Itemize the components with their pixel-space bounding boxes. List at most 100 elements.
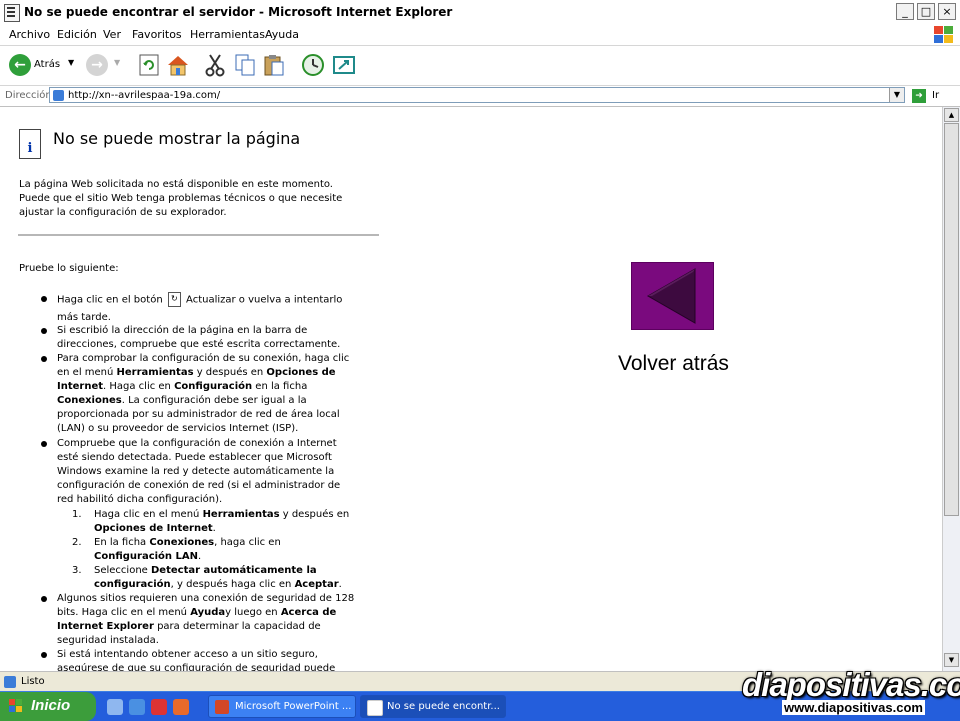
close-button[interactable]: × bbox=[938, 3, 956, 20]
menu-ver[interactable]: Ver bbox=[103, 28, 121, 41]
task-powerpoint[interactable]: Microsoft PowerPoint ... bbox=[208, 695, 356, 718]
go-arrow-icon[interactable]: ➜ bbox=[912, 89, 926, 103]
go-back-label[interactable]: Volver atrás bbox=[618, 352, 729, 376]
task-powerpoint-label[interactable]: Microsoft PowerPoint ... bbox=[235, 701, 351, 712]
page-heading: No se puede mostrar la página bbox=[53, 129, 301, 148]
forward-arrow-icon[interactable]: → bbox=[86, 54, 108, 76]
bullet-dot bbox=[41, 652, 47, 658]
menu-ayuda[interactable]: Ayuda bbox=[265, 28, 299, 41]
bullet-4-line-2: esté siendo detectada. Puede establecer … bbox=[57, 452, 332, 463]
windows-flag-icon bbox=[9, 699, 23, 713]
intro-line-1: La página Web solicitada no está disponi… bbox=[19, 179, 333, 190]
task-ie-label[interactable]: No se puede encontr... bbox=[387, 701, 500, 712]
refresh-small-icon: ↻ bbox=[167, 292, 181, 307]
address-bar: Dirección http://xn--avrilespaa-19a.com/… bbox=[0, 86, 960, 107]
step-2-number: 2. bbox=[72, 537, 82, 548]
address-url[interactable]: http://xn--avrilespaa-19a.com/ bbox=[68, 90, 220, 101]
task-ie[interactable]: No se puede encontr... bbox=[360, 695, 506, 718]
divider bbox=[18, 234, 379, 236]
status-page-icon bbox=[4, 676, 16, 688]
step-1-line-2: Opciones de Internet. bbox=[94, 523, 216, 534]
minimize-button[interactable]: _ bbox=[896, 3, 914, 20]
bullet-dot bbox=[41, 356, 47, 362]
watermark-logo: diapositivas.com bbox=[742, 666, 960, 703]
start-label[interactable]: Inicio bbox=[31, 697, 70, 714]
history-icon[interactable] bbox=[300, 52, 326, 78]
try-label: Pruebe lo siguiente: bbox=[19, 263, 119, 274]
step-3-line-1: Seleccione Detectar automáticamente la bbox=[94, 565, 317, 576]
bullet-2-line-2: direcciones, compruebe que esté escrita … bbox=[57, 339, 341, 350]
step-3-number: 3. bbox=[72, 565, 82, 576]
powerpoint-icon bbox=[215, 700, 229, 714]
quicklaunch-app2-icon[interactable] bbox=[173, 699, 189, 715]
menu-edicion[interactable]: Edición bbox=[57, 28, 97, 41]
bullet-3-line-5: proporcionada por su administrador de re… bbox=[57, 409, 340, 420]
address-dropdown-icon[interactable]: ▼ bbox=[889, 88, 904, 102]
step-3-line-2: configuración, y después haga clic en Ac… bbox=[94, 579, 342, 590]
scroll-up-icon[interactable]: ▲ bbox=[944, 108, 959, 122]
bullet-4-line-3: Windows examine la red y detecte automát… bbox=[57, 466, 335, 477]
bullet-6-line-1: Si está intentando obtener acceso a un s… bbox=[57, 649, 318, 660]
back-dropdown-icon[interactable]: ▼ bbox=[68, 58, 74, 67]
toolbar: ← Atrás ▼ → ▼ bbox=[0, 46, 960, 86]
title-bar: No se puede encontrar el servidor - Micr… bbox=[0, 0, 960, 25]
bullet-3-line-3: Internet. Haga clic en Configuración en … bbox=[57, 381, 308, 392]
page-icon bbox=[53, 90, 64, 101]
bullet-3-line-4: Conexiones. La configuración debe ser ig… bbox=[57, 395, 307, 406]
info-icon: i bbox=[19, 129, 41, 159]
bullet-3-line-6: (LAN) o su proveedor de servicios Intern… bbox=[57, 423, 299, 434]
start-button[interactable]: Inicio bbox=[0, 692, 96, 721]
bullet-dot bbox=[41, 328, 47, 334]
copy-icon[interactable] bbox=[232, 52, 258, 78]
intro-line-3: ajustar la configuración de su explorado… bbox=[19, 207, 227, 218]
menu-favoritos[interactable]: Favoritos bbox=[132, 28, 182, 41]
bullet-4-line-4: configuración de conexión de red (si el … bbox=[57, 480, 341, 491]
watermark-url: www.diapositivas.com bbox=[782, 700, 925, 715]
bullet-5-line-3: Internet Explorer para determinar la cap… bbox=[57, 621, 321, 632]
quicklaunch-desktop-icon[interactable] bbox=[107, 699, 123, 715]
bullet-3-line-1: Para comprobar la configuración de su co… bbox=[57, 353, 350, 364]
back-arrow-icon[interactable]: ← bbox=[9, 54, 31, 76]
vertical-scrollbar[interactable]: ▲ ▼ bbox=[942, 107, 960, 671]
fullscreen-icon[interactable] bbox=[331, 52, 357, 78]
ie-task-icon bbox=[367, 700, 383, 716]
bullet-5-line-1: Algunos sitios requieren una conexión de… bbox=[57, 593, 355, 604]
cut-icon[interactable] bbox=[202, 52, 228, 78]
address-input[interactable]: http://xn--avrilespaa-19a.com/ ▼ bbox=[49, 87, 905, 103]
ie-window-icon bbox=[4, 4, 20, 22]
bullet-1-line-2: más tarde. bbox=[57, 312, 111, 323]
go-back-button[interactable] bbox=[631, 262, 714, 330]
forward-dropdown-icon[interactable]: ▼ bbox=[114, 58, 120, 67]
bullet-1-line-1: Haga clic en el botón ↻ Actualizar o vue… bbox=[57, 292, 343, 307]
step-2-line-1: En la ficha Conexiones, haga clic en bbox=[94, 537, 281, 548]
step-1-line-1: Haga clic en el menú Herramientas y desp… bbox=[94, 509, 350, 520]
quicklaunch-app-icon[interactable] bbox=[151, 699, 167, 715]
quicklaunch-ie-icon[interactable] bbox=[129, 699, 145, 715]
bullet-2-line-1: Si escribió la dirección de la página en… bbox=[57, 325, 308, 336]
intro-line-2: Puede que el sitio Web tenga problemas t… bbox=[19, 193, 343, 204]
bullet-5-line-4: seguridad instalada. bbox=[57, 635, 159, 646]
bullet-3-line-2: en el menú Herramientas y después en Opc… bbox=[57, 367, 336, 378]
step-2-line-2: Configuración LAN. bbox=[94, 551, 202, 562]
step-1-number: 1. bbox=[72, 509, 82, 520]
home-icon[interactable] bbox=[165, 52, 191, 78]
status-text: Listo bbox=[21, 676, 45, 687]
bullet-6-line-2: asegúrese de que su configuración de seg… bbox=[57, 663, 336, 671]
go-button[interactable]: Ir bbox=[932, 90, 939, 101]
refresh-icon[interactable] bbox=[136, 52, 162, 78]
paste-icon[interactable] bbox=[261, 52, 287, 78]
maximize-button[interactable]: □ bbox=[917, 3, 935, 20]
page-content: i No se puede mostrar la página La págin… bbox=[0, 107, 942, 671]
bullet-dot bbox=[41, 441, 47, 447]
bullet-dot bbox=[41, 296, 47, 302]
back-button-label[interactable]: Atrás bbox=[34, 59, 60, 70]
window-title: No se puede encontrar el servidor - Micr… bbox=[24, 5, 453, 19]
menu-archivo[interactable]: Archivo bbox=[9, 28, 50, 41]
menu-bar: Archivo Edición Ver Favoritos Herramient… bbox=[0, 24, 960, 46]
triangle-left-icon bbox=[646, 268, 696, 324]
scroll-down-icon[interactable]: ▼ bbox=[944, 653, 959, 667]
bullet-5-line-2: bits. Haga clic en el menú Ayuday luego … bbox=[57, 607, 337, 618]
menu-herramientas[interactable]: Herramientas bbox=[190, 28, 265, 41]
scroll-thumb[interactable] bbox=[944, 123, 959, 516]
bullet-4-line-1: Compruebe que la configuración de conexi… bbox=[57, 438, 337, 449]
